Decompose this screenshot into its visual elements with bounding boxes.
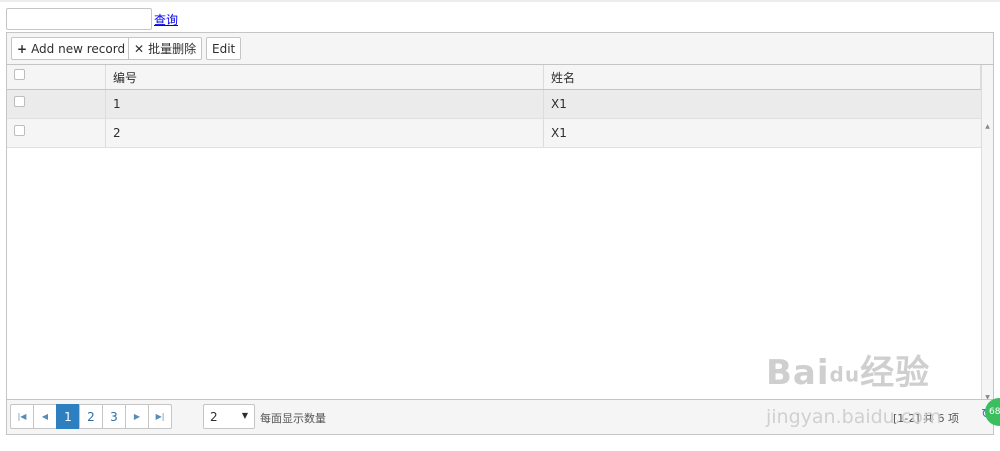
vertical-scrollbar[interactable]: ▲ ▼	[981, 65, 993, 401]
row-name: X1	[551, 126, 567, 140]
next-page-icon[interactable]: ▶	[125, 404, 149, 429]
row-checkbox[interactable]	[14, 95, 25, 107]
chevron-down-icon: ▼	[241, 411, 248, 420]
page-button-3[interactable]: 3	[102, 404, 126, 429]
page-size-value: 2	[210, 409, 218, 424]
row-select-cell	[7, 119, 106, 147]
search-input[interactable]	[6, 8, 152, 30]
select-all-checkbox[interactable]	[14, 68, 25, 80]
pager-buttons: |◀ ◀ 1 2 3 ▶ ▶|	[10, 404, 172, 429]
close-icon: ✕	[134, 41, 145, 56]
header-name[interactable]: 姓名	[544, 65, 981, 89]
batch-delete-button[interactable]: ✕ 批量删除	[128, 37, 203, 60]
add-record-label: Add new record	[31, 41, 126, 56]
header-select-cell	[7, 65, 106, 89]
edit-button[interactable]: Edit	[206, 37, 242, 60]
scroll-up-icon[interactable]: ▲	[982, 123, 993, 130]
last-page-icon[interactable]: ▶|	[148, 404, 172, 429]
row-id: 1	[106, 90, 544, 118]
row-select-cell	[7, 90, 106, 118]
search-link[interactable]: 查询	[154, 11, 178, 28]
table-row[interactable]: 2 X1	[7, 119, 981, 148]
watermark-url: jingyan.baidu.com	[766, 406, 942, 428]
header-id[interactable]: 编号	[106, 65, 544, 89]
first-page-icon[interactable]: |◀	[10, 404, 34, 429]
prev-page-icon[interactable]: ◀	[33, 404, 57, 429]
batch-delete-label: 批量删除	[148, 42, 197, 56]
plus-icon: +	[17, 41, 28, 56]
page-button-2[interactable]: 2	[79, 404, 103, 429]
edit-label: Edit	[212, 41, 236, 56]
table-header: 编号 姓名	[7, 65, 981, 90]
row-checkbox[interactable]	[14, 124, 25, 136]
row-id: 2	[106, 119, 544, 147]
table-row[interactable]: 1 X1	[7, 90, 981, 119]
page-size-select[interactable]: 2 ▼	[203, 404, 255, 429]
row-name: X1	[551, 97, 567, 111]
top-divider	[0, 0, 1000, 2]
page-button-1[interactable]: 1	[56, 404, 80, 429]
search-bar: 查询	[6, 7, 178, 31]
add-record-button[interactable]: + Add new record	[11, 37, 132, 60]
watermark-logo: Baidu经验	[766, 353, 931, 393]
page-size-label: 每面显示数量	[260, 412, 326, 425]
grid-toolbar: + Add new record ✕ 批量删除 Edit	[7, 33, 993, 65]
